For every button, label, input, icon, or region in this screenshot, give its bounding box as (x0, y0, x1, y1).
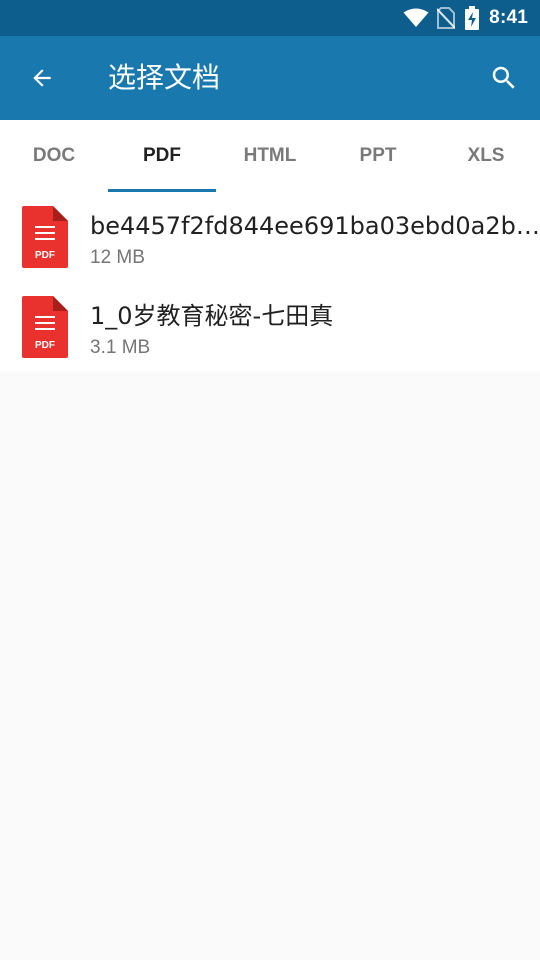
status-icons: 8:41 (403, 0, 528, 36)
list-item[interactable]: PDF be4457f2fd844ee691ba03ebd0a2b9... 12… (0, 192, 540, 282)
tab-label: HTML (243, 145, 297, 166)
tab-pdf[interactable]: PDF (108, 120, 216, 192)
tab-label: XLS (467, 145, 505, 166)
no-sim-icon (437, 7, 456, 29)
status-time: 8:41 (489, 7, 528, 28)
search-button[interactable] (480, 54, 528, 102)
file-name: 1_0岁教育秘密-七田真 (90, 302, 334, 330)
file-size: 12 MB (90, 247, 145, 268)
file-name: be4457f2fd844ee691ba03ebd0a2b9... (90, 212, 540, 240)
tab-doc[interactable]: DOC (0, 120, 108, 192)
tab-label: DOC (32, 145, 76, 166)
pdf-badge-text: PDF (35, 340, 55, 351)
app-bar: 选择文档 (0, 36, 540, 120)
status-bar: 8:41 (0, 0, 540, 36)
tab-bar: DOC PDF HTML PPT XLS (0, 120, 540, 192)
tab-ppt[interactable]: PPT (324, 120, 432, 192)
back-button[interactable] (18, 54, 66, 102)
battery-charging-icon (465, 6, 480, 30)
wifi-icon (403, 8, 429, 27)
tab-xls[interactable]: XLS (432, 120, 540, 192)
pdf-file-icon: PDF (22, 296, 68, 358)
tab-label: PPT (359, 145, 397, 166)
pdf-badge-text: PDF (35, 250, 55, 261)
tab-html[interactable]: HTML (216, 120, 324, 192)
tab-label: PDF (143, 145, 181, 166)
arrow-back-icon (33, 69, 51, 87)
list-item[interactable]: PDF 1_0岁教育秘密-七田真 3.1 MB (0, 282, 540, 372)
file-list: PDF be4457f2fd844ee691ba03ebd0a2b9... 12… (0, 192, 540, 372)
pdf-file-icon: PDF (22, 206, 68, 268)
search-icon (492, 66, 515, 89)
page-title: 选择文档 (108, 61, 221, 94)
file-size: 3.1 MB (90, 337, 151, 358)
